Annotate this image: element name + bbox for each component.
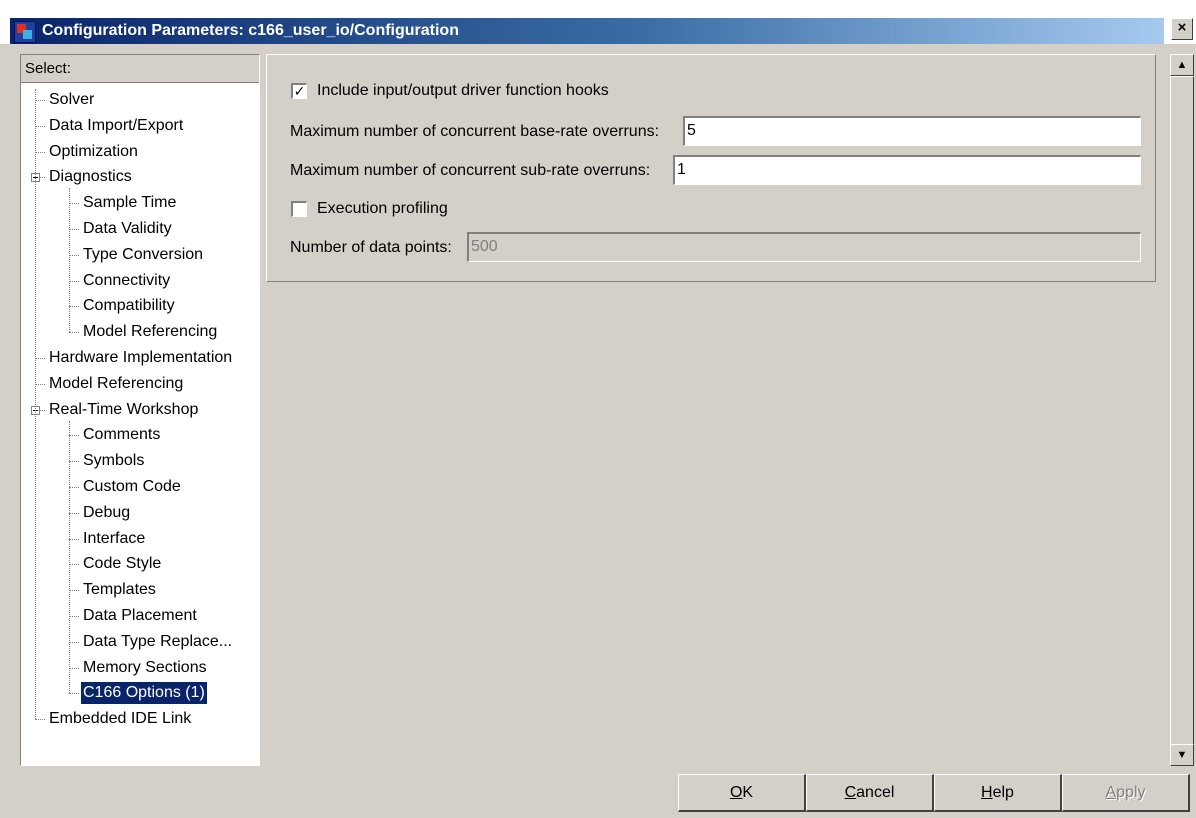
tree-item-code-style[interactable]: Code Style [81,553,163,575]
include-hooks-checkbox[interactable]: ✓ [291,83,307,99]
tree-connector [35,383,45,385]
help-mnemonic: H [981,784,993,801]
tree-connector [69,564,79,566]
scrollbar-thumb[interactable] [1170,76,1194,756]
tree-connector [35,125,45,127]
tree-item-model-referencing[interactable]: Model Referencing [47,373,185,395]
tree-connector [69,254,79,256]
tree-connector [69,616,79,617]
title-bar: Configuration Parameters: c166_user_io/C… [0,0,1196,44]
tree-item-templates[interactable]: Templates [81,579,158,601]
tree-item-data-import-export[interactable]: Data Import/Export [47,115,185,137]
tree-item-hardware-implementation[interactable]: Hardware Implementation [47,347,234,369]
tree-item-symbols[interactable]: Symbols [81,450,146,472]
ok-button[interactable]: OK [678,774,806,812]
help-label-rest: elp [992,784,1014,801]
tree-item-memory-sections[interactable]: Memory Sections [81,657,209,679]
cancel-button[interactable]: Cancel [806,774,934,812]
include-hooks-label: Include input/output driver function hoo… [317,82,609,99]
tree-item-connectivity[interactable]: Connectivity [81,270,172,292]
tree-connector [69,590,79,592]
tree-connector [35,151,45,153]
tree-connector [69,487,79,488]
apply-label-rest: pply [1116,784,1146,801]
tree-item-solver[interactable]: Solver [47,89,96,111]
tree-item-optimization[interactable]: Optimization [47,141,140,163]
sub-rate-overruns-label: Maximum number of concurrent sub-rate ov… [290,162,651,179]
execution-profiling-checkbox[interactable] [291,201,307,217]
tree-item-real-time-workshop[interactable]: Real-Time Workshop [47,399,200,421]
tree-item-c166-options-1[interactable]: C166 Options (1) [81,682,207,705]
cancel-label-rest: ancel [856,784,895,801]
tree-connector [69,512,79,514]
tree-item-interface[interactable]: Interface [81,528,147,550]
data-points-input: 500 [467,232,1141,262]
tree-item-embedded-ide-link[interactable]: Embedded IDE Link [47,708,193,730]
base-rate-overruns-input[interactable]: 5 [683,116,1141,146]
simulink-app-icon[interactable] [14,21,36,43]
tree-connector [69,280,79,282]
tree-connector [69,641,79,643]
tree-item-debug[interactable]: Debug [81,502,132,524]
base-rate-overruns-label: Maximum number of concurrent base-rate o… [290,123,660,140]
tree-item-sample-time[interactable]: Sample Time [81,192,178,214]
ok-mnemonic: O [729,784,743,801]
vertical-scrollbar[interactable]: ▲ ▼ [1170,54,1194,766]
close-button[interactable]: × [1171,18,1193,40]
tree-header: Select: [21,55,259,83]
tree-item-data-type-replace[interactable]: Data Type Replace... [81,631,234,653]
c166-options-panel: ✓ Include input/output driver function h… [266,54,1156,282]
apply-button: Apply [1062,774,1190,812]
tree-item-diagnostics[interactable]: Diagnostics [47,166,134,188]
tree-connector [35,358,45,359]
tree-connector [69,693,79,695]
tree-branch-line [69,188,70,333]
execution-profiling-label: Execution profiling [317,200,448,217]
apply-mnemonic: A [1105,784,1117,801]
tree-item-custom-code[interactable]: Custom Code [81,476,183,498]
tree-connector [69,306,79,308]
tree-item-data-placement[interactable]: Data Placement [81,605,199,627]
tree-connector [69,332,79,334]
tree-connector [69,538,79,540]
configuration-tree[interactable]: Select: Solver Data Import/Export Optimiza… [20,54,260,766]
tree-item-type-conversion[interactable]: Type Conversion [81,244,205,266]
tree-connector [69,203,79,205]
scroll-down-icon[interactable]: ▼ [1170,744,1194,766]
data-points-label: Number of data points: [290,239,452,256]
tree-item-data-validity[interactable]: Data Validity [81,218,174,240]
ok-label-rest: K [742,784,754,801]
tree-item-compatibility[interactable]: Compatibility [81,295,177,317]
tree-connector [69,667,79,669]
tree-item-model-referencing[interactable]: Model Referencing [81,321,219,343]
tree-connector [69,435,79,437]
tree-connector [69,229,79,230]
tree-item-comments[interactable]: Comments [81,424,162,446]
tree-connector [35,100,45,101]
help-button[interactable]: Help [934,774,1062,812]
window-title: Configuration Parameters: c166_user_io/C… [42,22,459,39]
cancel-mnemonic: C [844,784,857,801]
tree-connector [35,719,45,721]
tree-connector [69,461,79,463]
scroll-up-icon[interactable]: ▲ [1170,54,1194,76]
sub-rate-overruns-input[interactable]: 1 [673,155,1141,185]
tree-branch-line [69,420,70,694]
tree-trunk-line [35,89,36,720]
